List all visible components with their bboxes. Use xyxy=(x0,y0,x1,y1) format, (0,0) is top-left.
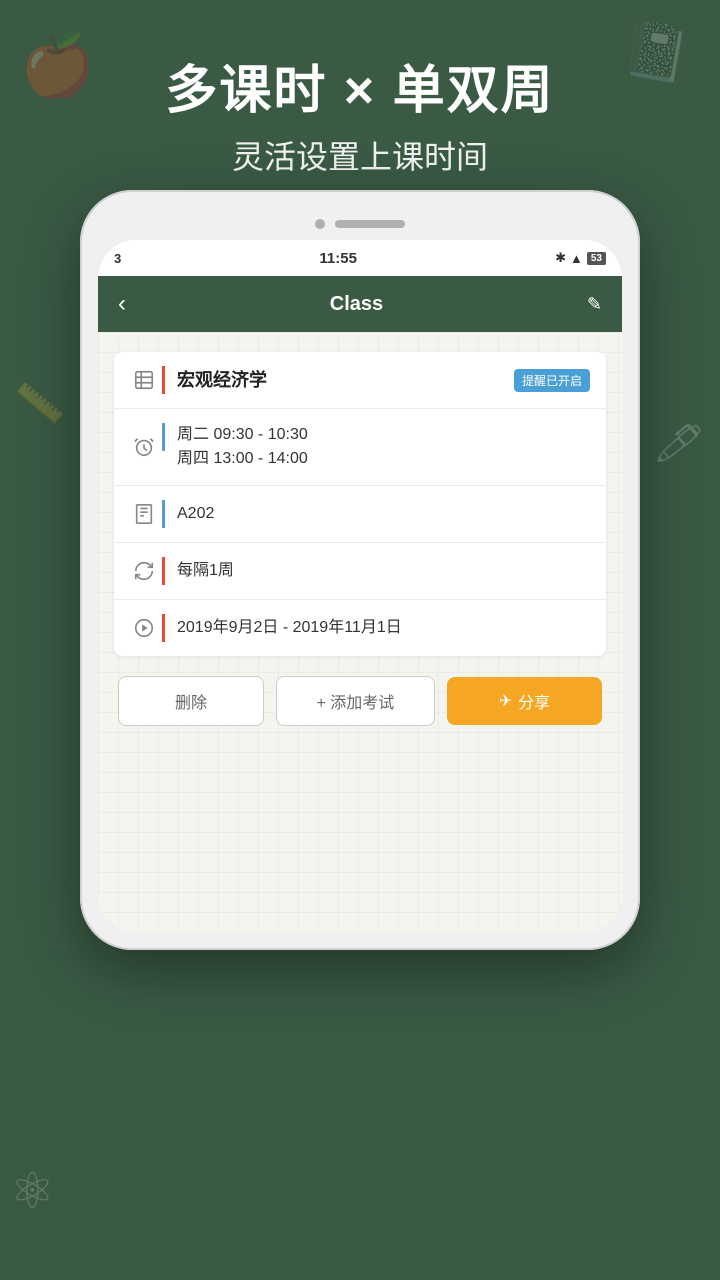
status-right-icons: ✱ ▲ 53 xyxy=(555,250,606,266)
share-icon: ✈ xyxy=(499,691,512,711)
top-section: 多课时 × 单双周 灵活设置上课时间 xyxy=(0,0,720,178)
detail-card: 宏观经济学 提醒已开启 xyxy=(114,352,606,656)
camera-dot xyxy=(315,219,325,229)
speaker-bar xyxy=(335,220,405,228)
time-line2: 周四 13:00 - 14:00 xyxy=(177,447,590,471)
time-row: 周二 09:30 - 10:30 周四 13:00 - 14:00 xyxy=(114,409,606,486)
delete-button[interactable]: 删除 xyxy=(118,676,264,726)
play-icon xyxy=(130,617,158,639)
edit-button[interactable]: ✎ xyxy=(587,294,602,315)
share-button[interactable]: ✈ 分享 xyxy=(447,677,602,725)
molecule-decoration: ⚛ xyxy=(10,1162,55,1220)
location-icon xyxy=(130,503,158,525)
date-range-content: 2019年9月2日 - 2019年11月1日 xyxy=(177,616,590,640)
phone-mockup: 3 11:55 ✱ ▲ 53 ‹ Class ✎ xyxy=(80,190,640,950)
status-left-indicator: 3 xyxy=(114,251,121,266)
phone-outer-shell: 3 11:55 ✱ ▲ 53 ‹ Class ✎ xyxy=(80,190,640,950)
battery-indicator: 53 xyxy=(587,252,606,265)
time-line1: 周二 09:30 - 10:30 xyxy=(177,423,590,447)
course-name-row: 宏观经济学 提醒已开启 xyxy=(114,352,606,409)
interval-content: 每隔1周 xyxy=(177,559,590,583)
ruler-decoration: 📏 xyxy=(13,378,67,429)
course-name-text: 宏观经济学 xyxy=(177,370,267,390)
location-content: A202 xyxy=(177,502,590,526)
time-content: 周二 09:30 - 10:30 周四 13:00 - 14:00 xyxy=(177,423,590,471)
course-name-content: 宏观经济学 xyxy=(177,367,514,394)
reminder-badge: 提醒已开启 xyxy=(514,369,590,392)
name-divider xyxy=(162,366,165,394)
repeat-icon xyxy=(130,560,158,582)
status-time: 11:55 xyxy=(319,250,357,267)
sub-title: 灵活设置上课时间 xyxy=(0,132,720,178)
location-row: A202 xyxy=(114,486,606,543)
main-title: 多课时 × 单双周 xyxy=(0,60,720,122)
pen-decoration: 🖊 xyxy=(652,418,707,469)
bluetooth-icon: ✱ xyxy=(555,250,566,266)
app-header: ‹ Class ✎ xyxy=(98,276,622,332)
phone-screen: 3 11:55 ✱ ▲ 53 ‹ Class ✎ xyxy=(98,240,622,932)
bottom-buttons: 删除 + 添加考试 ✈ 分享 xyxy=(114,676,606,726)
location-divider xyxy=(162,500,165,528)
alarm-icon xyxy=(130,436,158,458)
status-bar: 3 11:55 ✱ ▲ 53 xyxy=(98,240,622,276)
interval-divider xyxy=(162,557,165,585)
share-label: 分享 xyxy=(518,689,550,713)
date-divider xyxy=(162,614,165,642)
time-divider xyxy=(162,423,165,451)
phone-top-bar xyxy=(98,208,622,240)
book-icon xyxy=(130,369,158,391)
add-exam-button[interactable]: + 添加考试 xyxy=(276,676,435,726)
date-range-row: 2019年9月2日 - 2019年11月1日 xyxy=(114,600,606,656)
content-area: 宏观经济学 提醒已开启 xyxy=(98,332,622,932)
wifi-icon: ▲ xyxy=(570,251,583,266)
back-button[interactable]: ‹ xyxy=(118,290,126,318)
interval-row: 每隔1周 xyxy=(114,543,606,600)
reminder-badge-container: 提醒已开启 xyxy=(514,369,590,392)
header-title: Class xyxy=(330,293,383,316)
